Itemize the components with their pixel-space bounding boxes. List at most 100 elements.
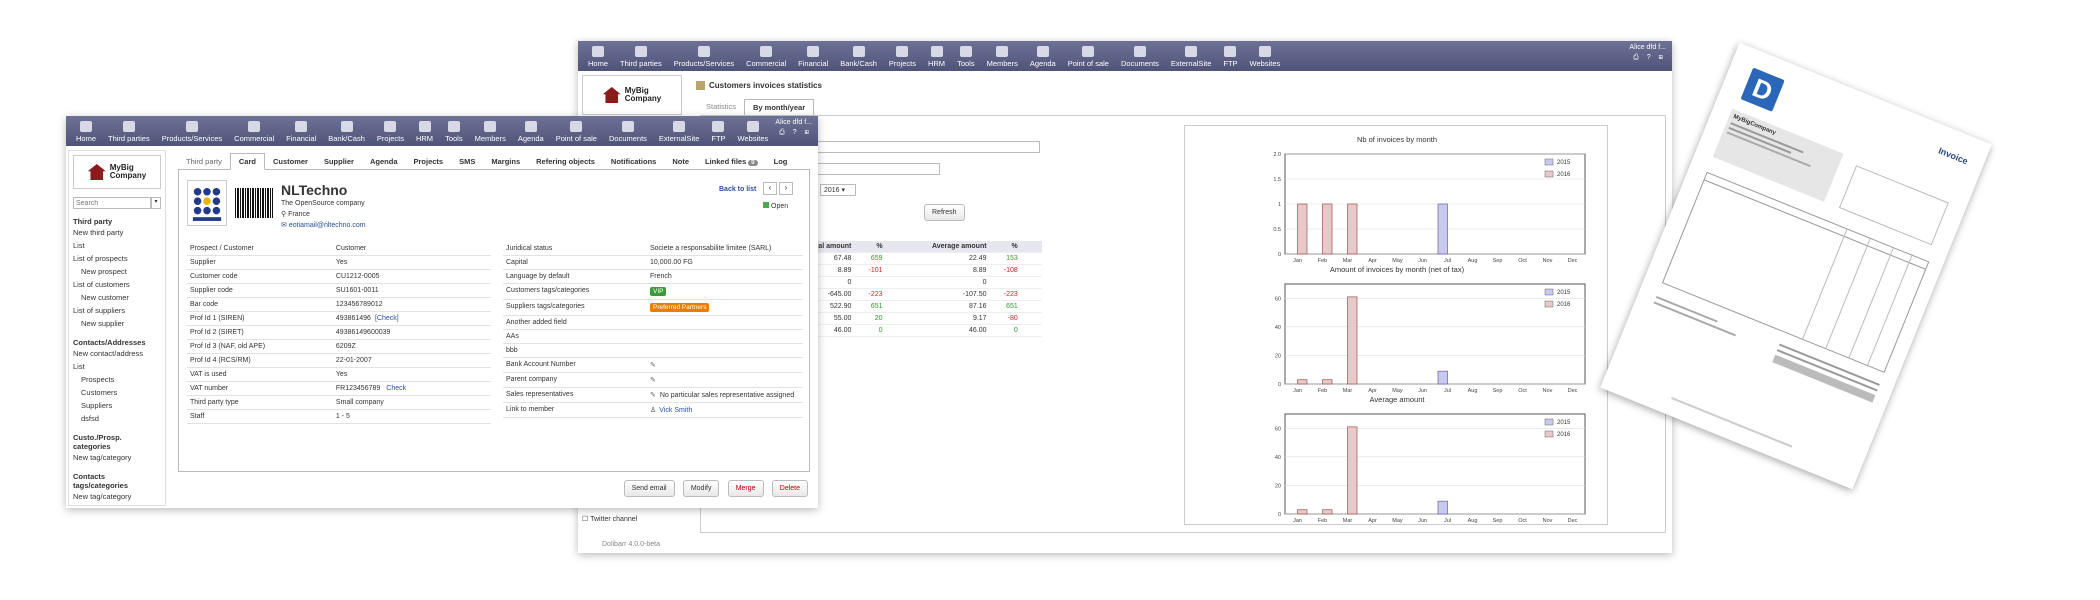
company-logo[interactable]: MyBig Company [582,75,682,115]
tab-notifications[interactable]: Notifications [603,154,664,169]
back-nav-commercial[interactable]: Commercial [740,46,792,71]
tag-preferred-partners[interactable]: Preferred Partners [650,303,710,312]
tab-note[interactable]: Note [664,154,697,169]
tab-margins[interactable]: Margins [483,154,528,169]
tab-refering-objects[interactable]: Refering objects [528,154,603,169]
front-nav-products-services[interactable]: Products/Services [156,121,228,146]
back-nav-tools[interactable]: Tools [951,46,981,71]
left-menu-item-custo-prosp-categories[interactable]: Custo./Prosp. categories [73,433,161,451]
edit-icon[interactable]: ✎ [650,377,656,384]
year-select[interactable]: 2016 ▾ [820,184,856,196]
left-menu-item-new-contact-address[interactable]: New contact/address [73,347,161,360]
company-email-text[interactable]: eotiamail@nltechno.com [289,222,366,229]
tab-log[interactable]: Log [766,154,796,169]
back-to-list-link[interactable]: Back to list [719,186,756,193]
left-menu-item-suppliers[interactable]: Suppliers [73,399,161,412]
left-menu-item-list-of-suppliers[interactable]: List of suppliers [73,304,161,317]
user-box-front[interactable]: Alice dfd f... ⎙ ? ⊞ [775,119,812,137]
back-nav-projects[interactable]: Projects [883,46,922,71]
back-nav-bank-cash[interactable]: Bank/Cash [834,46,883,71]
tab-customer[interactable]: Customer [265,154,316,169]
company-email[interactable]: ✉ eotiamail@nltechno.com [281,221,366,229]
left-menu-item-new-tag-category[interactable]: New tag/category [73,490,161,503]
tab-card[interactable]: Card [229,153,265,170]
front-nav-externalsite[interactable]: ExternalSite [653,121,705,146]
front-nav-members[interactable]: Members [469,121,512,146]
twitter-channel-item[interactable]: ☐ Twitter channel [582,515,660,523]
back-nav-financial[interactable]: Financial [792,46,834,71]
back-nav-documents[interactable]: Documents [1115,46,1165,71]
tab-sms[interactable]: SMS [451,154,483,169]
left-menu-item-new-supplier[interactable]: New supplier [73,317,161,330]
front-nav-agenda[interactable]: Agenda [512,121,550,146]
front-nav-projects[interactable]: Projects [371,121,410,146]
tab-linked-files[interactable]: Linked files 0 [697,154,766,169]
left-menu-item-prospects[interactable]: Prospects [73,373,161,386]
back-nav-ftp[interactable]: FTP [1217,46,1243,71]
user-name[interactable]: Alice dfd f... [1629,44,1666,51]
tab-supplier[interactable]: Supplier [316,154,362,169]
back-nav-agenda[interactable]: Agenda [1024,46,1062,71]
user-tools-front[interactable]: ⎙ ? ⊞ [775,129,812,137]
front-nav-ftp[interactable]: FTP [705,121,731,146]
front-nav-tools[interactable]: Tools [439,121,469,146]
nav-label: Tools [445,134,463,143]
front-nav-documents[interactable]: Documents [603,121,653,146]
back-nav-point-of-sale[interactable]: Point of sale [1062,46,1115,71]
search-dropdown-icon[interactable]: ▾ [151,197,161,209]
tab-by-month-year[interactable]: By month/year [744,99,815,116]
back-nav-third-parties[interactable]: Third parties [614,46,668,71]
left-menu-item-new-customer[interactable]: New customer [73,291,161,304]
back-nav-members[interactable]: Members [981,46,1024,71]
left-menu-item-list[interactable]: List [73,360,161,373]
front-nav-hrm[interactable]: HRM [410,121,439,146]
left-menu-item-contacts-tags-categories[interactable]: Contacts tags/categories [73,472,161,490]
front-nav-financial[interactable]: Financial [280,121,322,146]
edit-icon[interactable]: ✎ [650,362,656,369]
user-name-front[interactable]: Alice dfd f... [775,119,812,126]
siren-check-link[interactable]: [Check] [375,315,399,322]
user-tools[interactable]: ⎙ ? ⊞ [1629,54,1666,62]
left-menu-item-list[interactable]: List [73,239,161,252]
back-nav-websites[interactable]: Websites [1244,46,1287,71]
delete-button[interactable]: Delete [771,480,808,497]
prev-record-button[interactable]: ‹ [763,182,777,195]
front-nav-point-of-sale[interactable]: Point of sale [550,121,603,146]
vat-check-link[interactable]: Check [386,385,406,392]
left-menu-item-new-prospect[interactable]: New prospect [73,265,161,278]
left-menu-item-contacts-addresses[interactable]: Contacts/Addresses [73,338,161,347]
merge-button[interactable]: Merge [727,480,764,497]
tab-third-party[interactable]: Third party [178,154,230,169]
stats-header-cell: % [876,243,883,250]
modify-button[interactable]: Modify [682,480,720,497]
search-input[interactable] [73,197,151,209]
send-email-button[interactable]: Send email [623,480,675,497]
user-box[interactable]: Alice dfd f... ⎙ ? ⊞ [1629,44,1666,62]
edit-icon[interactable]: ✎ [650,392,656,399]
left-menu-item-third-party[interactable]: Third party [73,217,161,226]
tab-agenda[interactable]: Agenda [362,154,406,169]
front-nav-commercial[interactable]: Commercial [228,121,280,146]
tag-vip[interactable]: VIP [650,287,667,296]
back-nav-hrm[interactable]: HRM [922,46,951,71]
tab-statistics[interactable]: Statistics [698,99,744,115]
back-nav-products-services[interactable]: Products/Services [668,46,740,71]
front-nav-bank-cash[interactable]: Bank/Cash [322,121,371,146]
front-nav-home[interactable]: Home [70,121,102,146]
field-row: Third party type Small company [187,395,491,410]
front-nav-third-parties[interactable]: Third parties [102,121,156,146]
company-logo-front[interactable]: MyBig Company [73,155,161,189]
tab-projects[interactable]: Projects [406,154,452,169]
back-nav-externalsite[interactable]: ExternalSite [1165,46,1217,71]
left-menu-item-new-third-party[interactable]: New third party [73,226,161,239]
back-nav-home[interactable]: Home [582,46,614,71]
left-menu-item-new-tag-category[interactable]: New tag/category [73,451,161,464]
front-nav-websites[interactable]: Websites [732,121,775,146]
field-label: Staff [187,409,333,424]
left-menu-item-dsfsd[interactable]: dsfsd [73,412,161,425]
left-menu-item-list-of-customers[interactable]: List of customers [73,278,161,291]
left-menu-item-list-of-prospects[interactable]: List of prospects [73,252,161,265]
refresh-button[interactable]: Refresh [924,204,965,221]
next-record-button[interactable]: › [779,182,793,195]
left-menu-item-customers[interactable]: Customers [73,386,161,399]
